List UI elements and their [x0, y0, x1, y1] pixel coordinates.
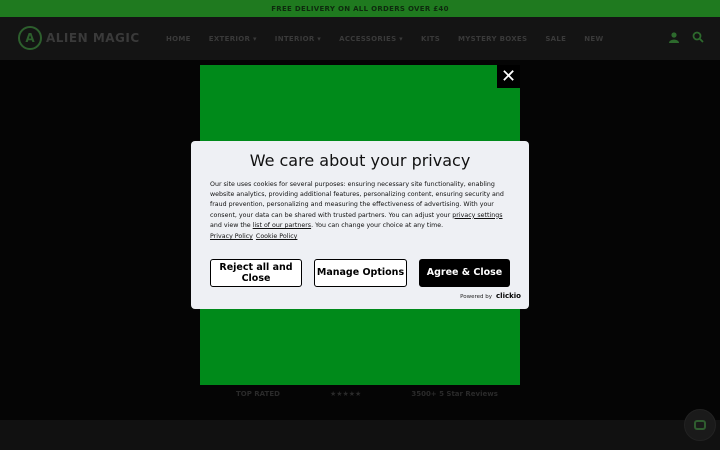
nav-new[interactable]: NEW — [584, 35, 603, 43]
powered-by: Powered by clickio — [460, 292, 521, 300]
site-logo[interactable]: A ALIEN MAGIC — [18, 26, 140, 50]
powered-by-label: Powered by — [460, 294, 493, 300]
privacy-policy-link[interactable]: Privacy Policy — [210, 233, 253, 240]
top-rated-label: TOP RATED — [236, 390, 280, 398]
nav-mystery-boxes[interactable]: MYSTERY BOXES — [458, 35, 527, 43]
trust-strip: TOP RATED ★★★★★ 3500+ 5 Star Reviews — [0, 383, 720, 405]
consent-title: We care about your privacy — [249, 151, 471, 170]
search-icon[interactable] — [692, 31, 704, 43]
chat-icon — [694, 420, 706, 430]
close-icon[interactable]: ✕ — [497, 65, 520, 88]
consent-text: . You can change your choice at any time… — [311, 221, 444, 229]
reject-all-button[interactable]: Reject all and Close — [210, 259, 302, 287]
announcement-bar: FREE DELIVERY ON ALL ORDERS OVER £40 — [0, 0, 720, 17]
nav-sale[interactable]: SALE — [545, 35, 566, 43]
star-rating: ★★★★★ — [329, 390, 362, 398]
footer-band — [0, 420, 720, 450]
partners-link[interactable]: list of our partners — [253, 222, 311, 229]
nav-home[interactable]: HOME — [166, 35, 191, 43]
manage-options-button[interactable]: Manage Options — [314, 259, 407, 287]
policy-links: Privacy Policy Cookie Policy — [210, 233, 297, 240]
consent-text: and view the — [210, 221, 253, 229]
nav-exterior[interactable]: EXTERIOR ▾ — [209, 35, 257, 43]
header-icons — [668, 31, 704, 43]
logo-mark-icon: A — [18, 26, 42, 50]
nav-accessories[interactable]: ACCESSORIES ▾ — [339, 35, 403, 43]
nav-kits[interactable]: KITS — [421, 35, 440, 43]
site-header: A ALIEN MAGIC HOME EXTERIOR ▾ INTERIOR ▾… — [0, 17, 720, 60]
agree-close-button[interactable]: Agree & Close — [419, 259, 510, 287]
user-icon[interactable] — [668, 31, 680, 43]
main-nav: HOME EXTERIOR ▾ INTERIOR ▾ ACCESSORIES ▾… — [166, 17, 604, 60]
chat-button[interactable] — [684, 409, 716, 441]
logo-text: ALIEN MAGIC — [46, 31, 140, 45]
consent-body: Our site uses cookies for several purpos… — [210, 180, 512, 231]
announcement-text: FREE DELIVERY ON ALL ORDERS OVER £40 — [271, 4, 449, 13]
nav-interior[interactable]: INTERIOR ▾ — [275, 35, 321, 43]
reviews-label: 3500+ 5 Star Reviews — [411, 390, 498, 398]
privacy-settings-link[interactable]: privacy settings — [452, 212, 502, 219]
cookie-policy-link[interactable]: Cookie Policy — [256, 233, 298, 240]
cookie-consent-dialog: We care about your privacy Our site uses… — [191, 141, 529, 309]
clickio-logo[interactable]: clickio — [496, 292, 521, 300]
